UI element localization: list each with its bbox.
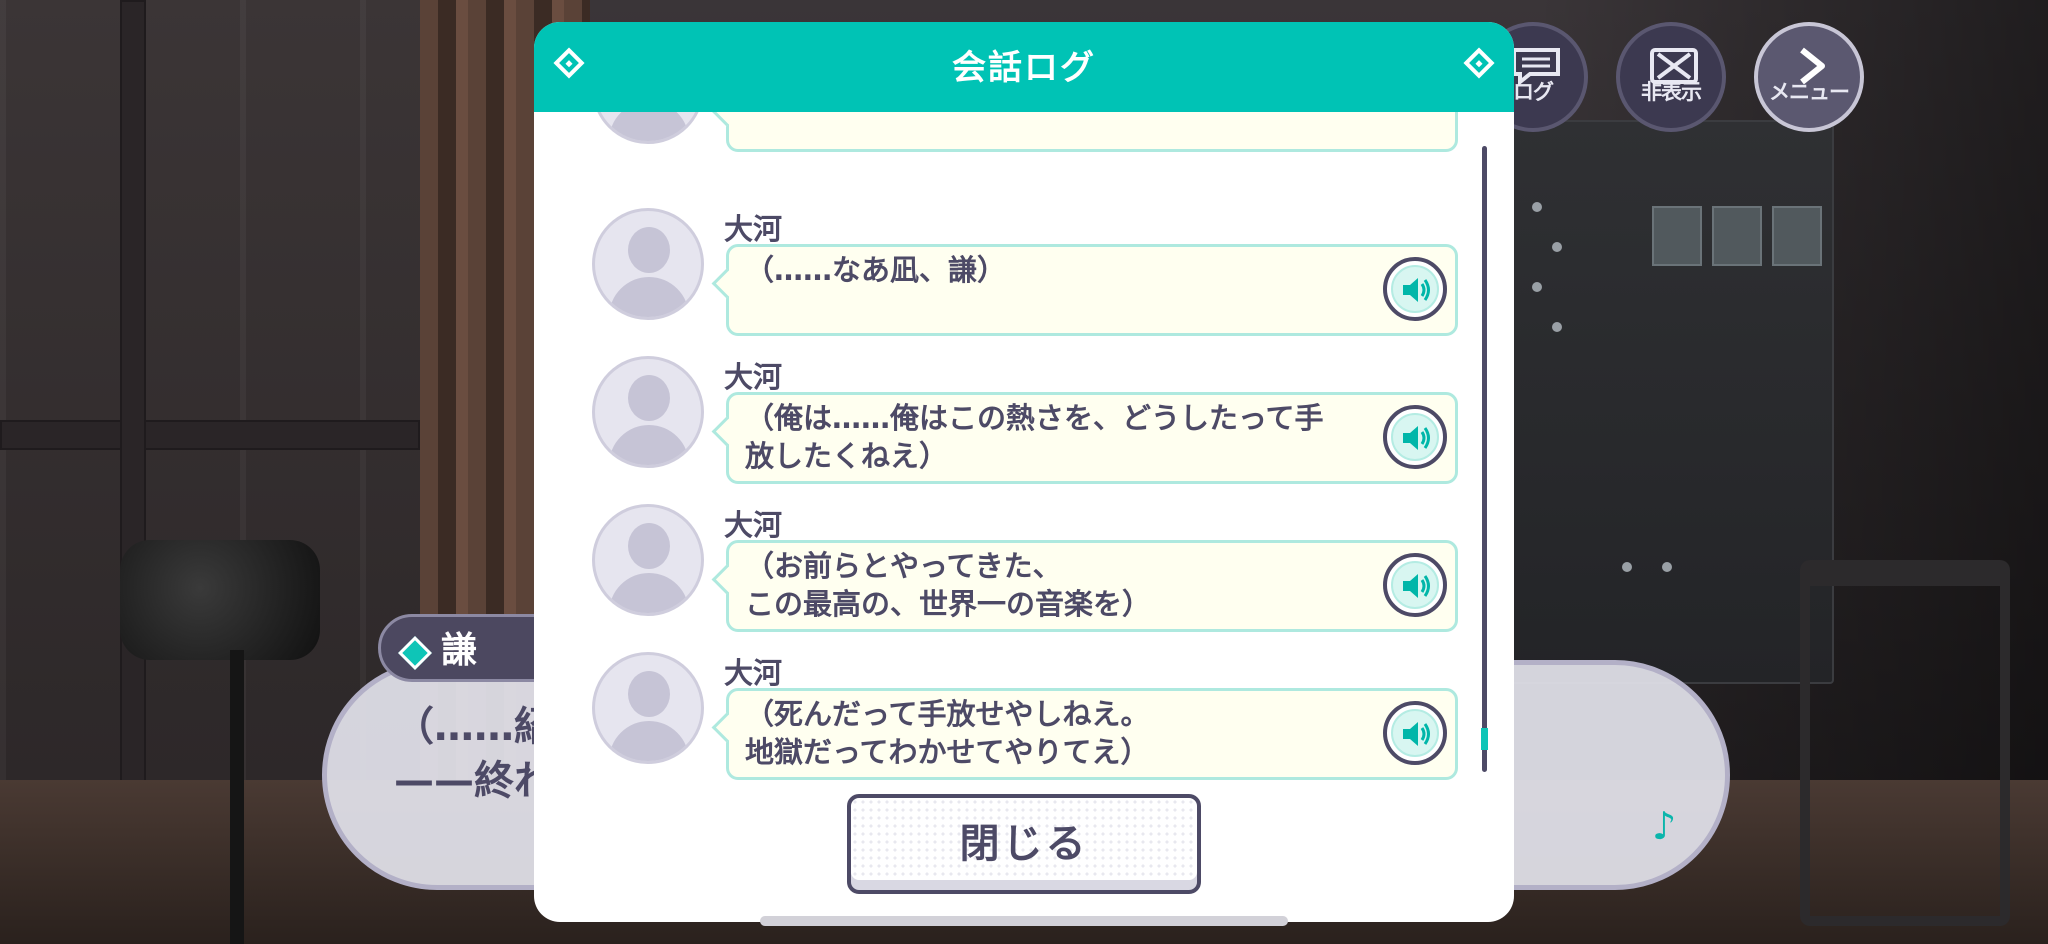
knob (1662, 562, 1672, 572)
monitor (1772, 206, 1822, 266)
folding-chair (1800, 560, 2010, 926)
avatar (592, 208, 704, 320)
monitor (1712, 206, 1762, 266)
knob (1622, 562, 1632, 572)
log-bubble (726, 112, 1458, 152)
log-list[interactable]: 大河 （……なあ凪、謙） 大河 （俺は……俺はこの熱さを、どうしたって手 放した… (534, 112, 1514, 792)
voice-play-button[interactable] (1383, 405, 1447, 469)
avatar (592, 652, 704, 764)
log-text: （俺は……俺はこの熱さを、どうしたって手 放したくねえ） (745, 401, 1324, 473)
hide-button-label: 非表示 (1641, 80, 1702, 104)
modal-header: 会話ログ (534, 22, 1514, 112)
log-text: （……なあ凪、謙） (745, 253, 1007, 287)
log-scroll-thumb[interactable] (1481, 728, 1488, 750)
conversation-log-modal: 会話ログ 大河 （……なあ凪、謙） 大河 （俺は……俺はこの熱さを、どうしたって… (534, 22, 1514, 922)
menu-button[interactable]: メニュー (1754, 22, 1864, 132)
log-bubble: （お前らとやってきた、 この最高の、世界一の音楽を） (726, 540, 1458, 632)
close-button-label: 閉じる (959, 821, 1089, 867)
voice-play-button[interactable] (1383, 553, 1447, 617)
home-indicator[interactable] (760, 916, 1288, 926)
voice-play-button[interactable] (1383, 257, 1447, 321)
speaker-icon (1403, 278, 1430, 302)
voice-play-button[interactable] (1383, 701, 1447, 765)
knob (1532, 282, 1542, 292)
log-speaker: 大河 (724, 360, 783, 394)
knob (1552, 242, 1562, 252)
stage-light (120, 540, 320, 660)
control-panel (1500, 120, 1834, 684)
modal-title: 会話ログ (952, 48, 1096, 88)
dialogue-speaker: 謙 (441, 630, 478, 671)
log-bubble: （俺は……俺はこの熱さを、どうしたって手 放したくねえ） (726, 392, 1458, 484)
dialogue-line: ——終わ (394, 758, 554, 804)
knob (1552, 322, 1562, 332)
hide-ui-button[interactable]: 非表示 (1616, 22, 1726, 132)
avatar (592, 356, 704, 468)
music-note-icon[interactable]: ♪ (1652, 804, 1676, 848)
monitor (1652, 206, 1702, 266)
dialogue-line: （……紹 (394, 704, 554, 750)
speaker-icon (1403, 426, 1430, 450)
speaker-icon (1403, 574, 1430, 598)
speaker-icon (1403, 722, 1430, 746)
menu-button-label: メニュー (1769, 80, 1850, 104)
log-speaker: 大河 (724, 508, 783, 542)
avatar (592, 112, 704, 144)
log-speaker: 大河 (724, 212, 783, 246)
diamond-icon (553, 47, 585, 79)
light-stand (230, 650, 244, 944)
close-button[interactable]: 閉じる (847, 794, 1201, 894)
log-bubble: （死んだって手放せやしねえ。 地獄だってわかせてやりてえ） (726, 688, 1458, 780)
log-scrollbar[interactable] (1482, 146, 1487, 772)
diamond-icon (1463, 47, 1495, 79)
avatar (592, 504, 704, 616)
log-text: （死んだって手放せやしねえ。 地獄だってわかせてやりてえ） (745, 697, 1150, 769)
knob (1532, 202, 1542, 212)
diamond-icon (398, 636, 432, 670)
log-speaker: 大河 (724, 656, 783, 690)
wall-beam (0, 420, 420, 450)
log-bubble: （……なあ凪、謙） (726, 244, 1458, 336)
log-text: （お前らとやってきた、 この最高の、世界一の音楽を） (745, 549, 1152, 621)
